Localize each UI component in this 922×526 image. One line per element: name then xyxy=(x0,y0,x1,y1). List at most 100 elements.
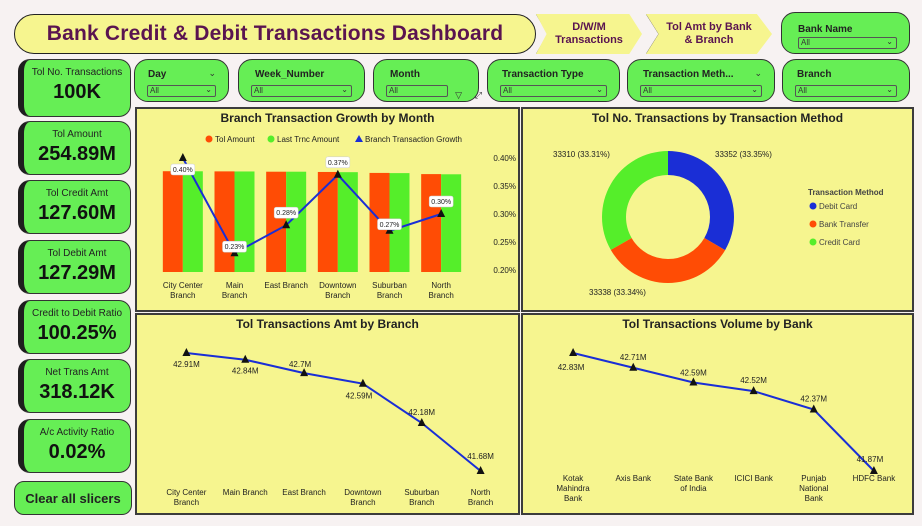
slicer-bank-name-dropdown[interactable]: All ⌄ xyxy=(798,37,897,49)
x-tick-label: City Center Branch xyxy=(166,488,206,507)
chart-canvas: 42.91M City Center Branch 42.84M Main Branch… xyxy=(166,348,494,507)
nav-dwm-label: D/W/M Transactions xyxy=(555,21,623,46)
bar-tol-amount xyxy=(162,171,183,272)
legend-marker xyxy=(809,238,817,246)
nav-dwm-transactions-button[interactable]: D/W/M Transactions xyxy=(536,14,642,54)
donut-slice-credit-card xyxy=(602,151,668,250)
data-label: 42.84M xyxy=(232,367,259,376)
data-label: 42.91M xyxy=(173,360,200,369)
legend-label: Debit Card xyxy=(819,202,857,211)
slice-label: 33352 (33.35%) xyxy=(715,150,772,159)
legend-label: Bank Transfer xyxy=(819,220,869,229)
slicer-branch-dropdown[interactable]: All ⌄ xyxy=(795,85,897,97)
kpi-label: Tol Credit Amt xyxy=(45,188,109,199)
kpi-card-credit-debit-ratio: Credit to Debit Ratio 100.25% xyxy=(18,300,131,354)
x-tick-label: East Branch xyxy=(282,488,326,497)
donut-slice-bank-transfer xyxy=(610,237,726,283)
slicer-week-number[interactable]: Week_Number All ⌄ xyxy=(238,59,365,102)
filter-icon[interactable]: ▽ xyxy=(455,90,462,101)
slicer-txn-method-dropdown[interactable]: All ⌄ xyxy=(640,85,762,97)
chevron-down-icon: ⌄ xyxy=(886,85,893,94)
y2-tick-label: 0.40% xyxy=(493,154,516,163)
data-label: 0.28% xyxy=(276,210,296,217)
slicer-week-label: Week_Number xyxy=(255,69,325,80)
kpi-label: A/c Activity Ratio xyxy=(39,427,115,438)
x-tick-label: North Branch xyxy=(428,281,453,300)
chart-volume-by-bank[interactable]: Tol Transactions Volume by Bank 42.83M Ko… xyxy=(521,313,914,515)
nav-bank-branch-button[interactable]: Tol Amt by Bank & Branch xyxy=(646,14,772,54)
slicer-day[interactable]: Day ⌄ All ⌄ xyxy=(134,59,229,102)
kpi-card-total-transactions: Tol No. Transactions 100K xyxy=(18,59,131,117)
x-tick-label: Suburban Branch xyxy=(404,488,439,507)
clear-all-slicers-button[interactable]: Clear all slicers xyxy=(14,481,132,515)
data-label: 42.83M xyxy=(558,363,585,372)
kpi-label: Tol Amount xyxy=(52,129,102,140)
bar-last-trnc-amount xyxy=(182,171,203,272)
slicer-transaction-type[interactable]: Transaction Type All ⌄ xyxy=(487,59,620,102)
slicer-month-value: All xyxy=(389,86,398,95)
chart-branch-growth-by-month[interactable]: Branch Transaction Growth by Month Tol A… xyxy=(135,107,520,312)
data-label: 0.27% xyxy=(380,222,400,229)
y2-tick-label: 0.30% xyxy=(493,210,516,219)
line-point xyxy=(569,348,578,356)
slicer-transaction-method[interactable]: Transaction Meth... ⌄ All ⌄ xyxy=(627,59,775,102)
chevron-down-icon: ⌄ xyxy=(886,37,893,46)
kpi-card-activity-ratio: A/c Activity Ratio 0.02% xyxy=(18,419,131,473)
data-label: 42.7M xyxy=(289,360,312,369)
dashboard: { "header": { "title": "Bank Credit & De… xyxy=(0,0,922,526)
bar-last-trnc-amount xyxy=(441,174,462,272)
kpi-card-credit-amount: Tol Credit Amt 127.60M xyxy=(18,180,131,234)
legend-marker xyxy=(267,135,275,143)
slicer-week-value: All xyxy=(254,86,263,95)
slicer-txn-type-dropdown[interactable]: All ⌄ xyxy=(500,85,607,97)
data-label: 0.23% xyxy=(225,244,245,251)
bar-tol-amount xyxy=(317,171,338,272)
y2-tick-label: 0.35% xyxy=(493,182,516,191)
slicer-month-label: Month xyxy=(390,69,420,80)
data-label: 42.59M xyxy=(346,392,373,401)
x-tick-label: North Branch xyxy=(468,488,493,507)
x-tick-label: State Bank of India xyxy=(674,474,714,493)
chevron-down-icon: ⌄ xyxy=(341,85,348,94)
kpi-label: Tol No. Transactions xyxy=(31,67,123,78)
slicer-month-dropdown[interactable]: All xyxy=(386,85,448,97)
slicer-bank-name-label: Bank Name xyxy=(798,24,853,35)
chevron-down-icon: ⌄ xyxy=(205,85,212,94)
expand-icon[interactable]: ⤢ xyxy=(475,90,482,101)
x-tick-label: Downtown Branch xyxy=(319,281,356,300)
bar-tol-amount xyxy=(421,174,442,272)
chart-canvas: 42.83M Kotak Mahindra Bank 42.71M Axis Bank 42… xyxy=(556,348,897,503)
kpi-value: 127.29M xyxy=(38,262,116,284)
kpi-value: 127.60M xyxy=(38,202,116,224)
chart-transactions-by-method[interactable]: Tol No. Transactions by Transaction Meth… xyxy=(521,107,914,312)
kpi-value: 100K xyxy=(53,81,101,103)
x-tick-label: Main Branch xyxy=(222,281,247,300)
slicer-bank-name[interactable]: Bank Name All ⌄ xyxy=(781,12,910,54)
slicer-week-dropdown[interactable]: All ⌄ xyxy=(251,85,352,97)
slicer-day-dropdown[interactable]: All ⌄ xyxy=(147,85,216,97)
data-label: 0.37% xyxy=(328,160,348,167)
growth-point xyxy=(178,153,187,161)
slice-label: 33310 (33.31%) xyxy=(553,150,610,159)
x-tick-label: Kotak Mahindra Bank xyxy=(556,474,590,503)
slicer-txn-method-value: All xyxy=(643,86,652,95)
dashboard-title-box: Bank Credit & Debit Transactions Dashboa… xyxy=(14,14,536,54)
y2-tick-label: 0.25% xyxy=(493,238,516,247)
chevron-down-icon: ⌄ xyxy=(751,85,758,94)
dashboard-title: Bank Credit & Debit Transactions Dashboa… xyxy=(46,22,504,45)
legend-label: Tol Amount xyxy=(215,135,255,144)
kpi-value: 100.25% xyxy=(37,322,117,344)
x-tick-label: Downtown Branch xyxy=(344,488,381,507)
chart-canvas: Tol Amount Last Trnc Amount Branch Transac… xyxy=(162,135,516,300)
slicer-month[interactable]: Month ▽ ⤢ All xyxy=(373,59,482,102)
slicer-branch[interactable]: Branch All ⌄ xyxy=(782,59,910,102)
chart-amount-by-branch[interactable]: Tol Transactions Amt by Branch 42.91M Cit… xyxy=(135,313,520,515)
x-tick-label: HDFC Bank xyxy=(853,474,897,483)
y2-tick-label: 0.20% xyxy=(493,266,516,275)
legend-label: Branch Transaction Growth xyxy=(365,135,462,144)
kpi-card-debit-amount: Tol Debit Amt 127.29M xyxy=(18,240,131,294)
slicer-day-label: Day xyxy=(148,69,167,80)
data-label: 42.71M xyxy=(620,353,647,362)
line-series xyxy=(572,352,875,472)
clear-all-slicers-label: Clear all slicers xyxy=(25,490,121,506)
